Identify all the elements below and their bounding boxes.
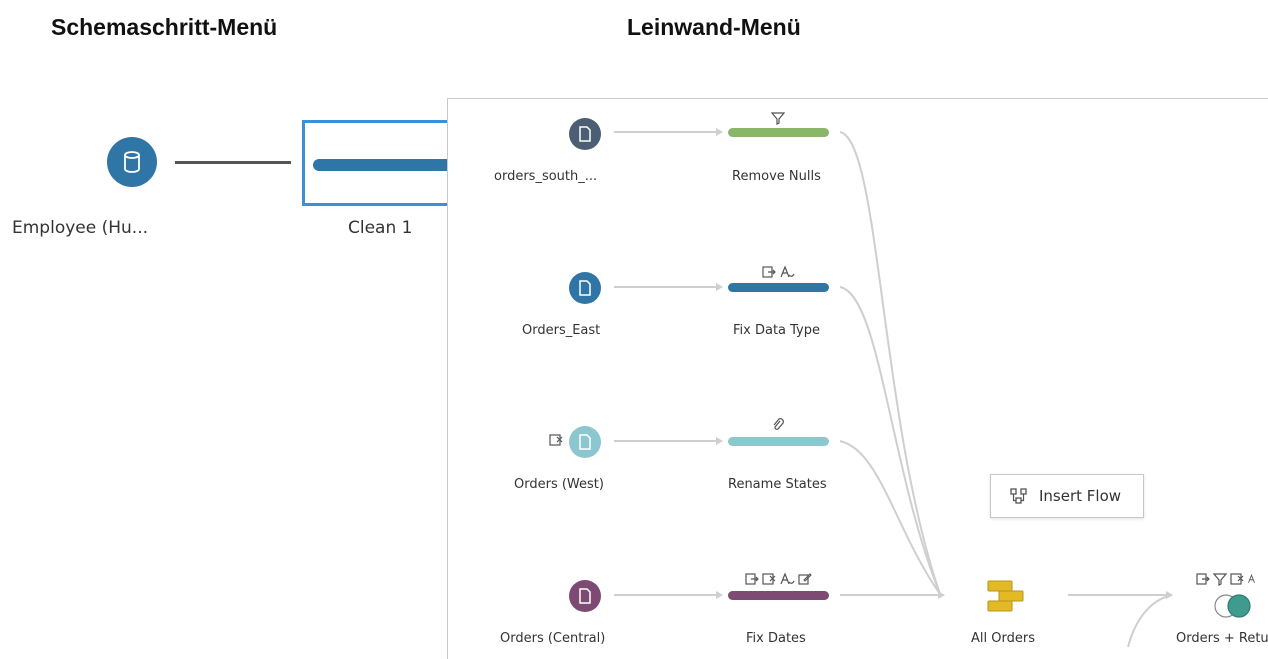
edit-value-icon — [797, 572, 812, 586]
insert-flow-menu-item[interactable]: Insert Flow — [990, 474, 1144, 518]
orders-east-label: Orders_East — [522, 323, 601, 338]
filter-icon — [1213, 572, 1227, 586]
filter-icon — [771, 111, 785, 125]
orders-central-label: Orders (Central) — [500, 631, 606, 646]
removed-field-icon — [761, 572, 776, 586]
fix-dates-step[interactable] — [728, 591, 829, 600]
change-type-icon — [779, 572, 795, 586]
rename-states-step[interactable] — [728, 437, 829, 446]
orders-east-input-node[interactable] — [569, 272, 601, 304]
rename-field-icon — [744, 572, 759, 586]
remove-nulls-label: Remove Nulls — [732, 169, 821, 184]
input-to-clean-connector — [175, 161, 291, 164]
remove-nulls-step[interactable] — [728, 128, 829, 137]
fix-data-type-annotations — [728, 263, 828, 281]
removed-field-icon — [549, 433, 563, 447]
join-icon — [1212, 592, 1254, 620]
remove-nulls-annotations — [728, 109, 828, 127]
clean-1-label: Clean 1 — [348, 218, 413, 238]
clean-1-step[interactable] — [302, 120, 463, 206]
join-annotations — [1196, 570, 1268, 588]
step-menu-heading: Schemaschritt-Menü — [51, 14, 278, 40]
file-icon — [578, 588, 592, 604]
orders-returns-join-node[interactable] — [1212, 592, 1254, 620]
insert-flow-label: Insert Flow — [1039, 487, 1122, 505]
fix-data-type-step[interactable] — [728, 283, 829, 292]
orders-central-input-node[interactable] — [569, 580, 601, 612]
rename-states-annotations — [728, 416, 828, 434]
database-icon — [121, 150, 143, 174]
orders-west-label: Orders (West) — [514, 477, 604, 492]
all-orders-union-node[interactable] — [985, 578, 1027, 614]
file-icon — [578, 280, 592, 296]
removed-field-icon — [1230, 572, 1244, 586]
orders-returns-label: Orders + Retur — [1176, 631, 1268, 646]
fix-dates-annotations — [728, 570, 828, 588]
paperclip-icon — [771, 418, 785, 432]
fix-data-type-label: Fix Data Type — [733, 323, 821, 338]
clean-1-bar — [313, 159, 463, 171]
employee-input-node[interactable] — [107, 137, 157, 187]
canvas-menu-heading: Leinwand-Menü — [627, 14, 801, 40]
file-icon — [578, 434, 592, 450]
rename-states-label: Rename States — [728, 477, 827, 492]
change-type-icon — [779, 265, 795, 279]
all-orders-label: All Orders — [971, 631, 1035, 646]
rename-field-icon — [761, 265, 776, 279]
rename-field-icon — [1196, 572, 1210, 586]
orders-south-input-node[interactable] — [569, 118, 601, 150]
orders-west-input-node[interactable] — [569, 426, 601, 458]
fix-dates-label: Fix Dates — [746, 631, 806, 646]
union-icon — [985, 578, 1027, 614]
employee-input-label: Employee (Hu... — [12, 218, 148, 238]
insert-flow-icon — [1009, 487, 1029, 505]
change-type-icon — [1247, 572, 1259, 586]
file-icon — [578, 126, 592, 142]
orders-south-label: orders_south_... — [494, 169, 598, 184]
